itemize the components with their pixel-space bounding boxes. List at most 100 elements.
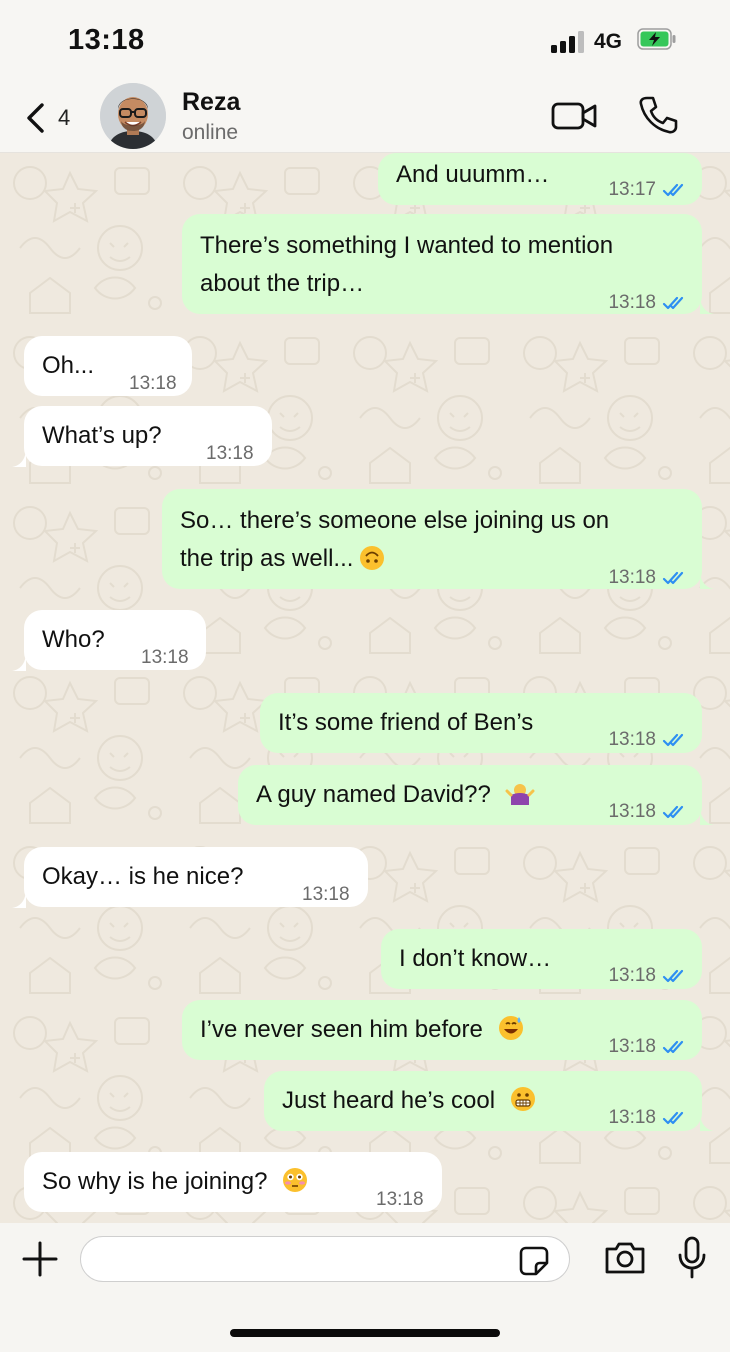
video-call-button[interactable] (551, 98, 599, 134)
message-meta: 13:18 (608, 1028, 688, 1066)
message-meta: 13:18 (608, 284, 688, 322)
message-text: There’s something I wanted to mention ab… (200, 232, 614, 297)
double-check-icon (662, 571, 684, 585)
composer-bar (0, 1223, 730, 1352)
double-check-icon (662, 969, 684, 983)
status-bar: 13:18 4G (0, 0, 730, 80)
message-outgoing[interactable]: I don’t know… 13:18 (381, 929, 702, 989)
message-meta: 13:18 (302, 876, 350, 914)
message-time: 13:18 (302, 884, 350, 905)
status-time: 13:18 (68, 24, 145, 56)
message-meta: 13:18 (608, 793, 688, 831)
message-time: 13:18 (608, 965, 656, 986)
message-meta: 13:18 (608, 957, 688, 995)
double-check-icon (662, 1111, 684, 1125)
microphone-icon (678, 1236, 706, 1279)
sticker-button[interactable] (518, 1245, 550, 1277)
phone-icon (639, 96, 678, 134)
message-time: 13:18 (376, 1189, 424, 1210)
message-incoming[interactable]: So why is he joining? 13:18 (24, 1152, 442, 1212)
message-text: What’s up? (42, 422, 162, 449)
message-list[interactable]: And uuumm… 13:17 There’s something I wan… (0, 153, 730, 1223)
message-meta: 13:18 (608, 1099, 688, 1137)
message-time: 13:18 (608, 292, 656, 313)
message-incoming[interactable]: Oh... 13:18 (24, 336, 192, 396)
contact-name[interactable]: Reza (182, 88, 240, 117)
microphone-button[interactable] (676, 1235, 708, 1281)
unread-chats-count: 4 (58, 105, 71, 130)
chat-header: 4 Reza online (0, 80, 730, 153)
home-indicator[interactable] (230, 1329, 500, 1337)
battery-charging-icon (637, 28, 676, 50)
message-meta: 13:18 (376, 1181, 424, 1219)
message-time: 13:18 (608, 729, 656, 750)
message-time: 13:18 (141, 647, 189, 668)
upside-down-face-emoji-icon (360, 546, 385, 570)
flushed-emoji-icon (283, 1168, 308, 1192)
message-meta: 13:18 (608, 721, 688, 759)
message-time: 13:18 (608, 1107, 656, 1128)
message-incoming[interactable]: Who? 13:18 (24, 610, 206, 670)
video-camera-icon (551, 102, 597, 130)
message-time: 13:18 (608, 1036, 656, 1057)
chevron-left-icon (27, 103, 44, 133)
message-time: 13:18 (206, 443, 254, 464)
back-button[interactable]: 4 (24, 98, 94, 138)
message-text: Who? (42, 626, 105, 653)
message-meta: 13:18 (141, 639, 189, 677)
contact-avatar[interactable] (100, 83, 166, 149)
message-text: And uuumm… (396, 161, 550, 188)
message-text: Oh... (42, 352, 95, 379)
shrug-emoji-icon (505, 784, 535, 805)
camera-button[interactable] (603, 1240, 647, 1276)
message-text-content: So why is he joining? (42, 1168, 268, 1195)
message-text: Okay… is he nice? (42, 863, 244, 890)
message-text-content: A guy named David?? (256, 781, 491, 808)
message-meta: 13:18 (206, 435, 254, 473)
message-time: 13:18 (608, 567, 656, 588)
message-incoming[interactable]: Okay… is he nice? 13:18 (24, 847, 368, 907)
message-incoming[interactable]: What’s up? 13:18 (24, 406, 272, 466)
bubble-tail (700, 809, 714, 825)
message-outgoing[interactable]: There’s something I wanted to mention ab… (182, 214, 702, 314)
network-type: 4G (594, 30, 623, 53)
bubble-tail (700, 1115, 714, 1131)
message-outgoing[interactable]: And uuumm… 13:17 (378, 153, 702, 205)
sticker-icon (519, 1246, 549, 1276)
bubble-tail (700, 298, 714, 314)
contact-status: online (182, 121, 239, 144)
message-time: 13:18 (129, 373, 177, 394)
message-text: A guy named David?? (256, 776, 535, 814)
attach-button[interactable] (20, 1239, 60, 1279)
double-check-icon (662, 733, 684, 747)
message-time: 13:17 (608, 179, 656, 200)
message-outgoing[interactable]: So… there’s someone else joining us on t… (162, 489, 702, 589)
double-check-icon (662, 296, 684, 310)
double-check-icon (662, 1040, 684, 1054)
grimacing-emoji-icon (511, 1087, 536, 1111)
message-text-content: I’ve never seen him before (200, 1016, 483, 1043)
message-outgoing[interactable]: I’ve never seen him before 13:18 (182, 1000, 702, 1060)
message-text-content: So… there’s someone else joining us on t… (180, 507, 610, 572)
bubble-tail (12, 892, 26, 908)
message-meta: 13:17 (608, 171, 688, 209)
message-outgoing[interactable]: It’s some friend of Ben’s 13:18 (260, 693, 702, 753)
message-text: I don’t know… (399, 945, 552, 972)
message-meta: 13:18 (129, 365, 177, 403)
message-text: I’ve never seen him before (200, 1011, 525, 1049)
grinning-sweat-emoji-icon (498, 1016, 523, 1040)
cellular-signal-icon (551, 31, 587, 53)
message-input[interactable] (80, 1236, 570, 1282)
message-outgoing[interactable]: Just heard he’s cool 13:18 (264, 1071, 702, 1131)
bubble-tail (12, 655, 26, 671)
message-text: It’s some friend of Ben’s (278, 709, 534, 736)
message-outgoing[interactable]: A guy named David?? 13:18 (238, 765, 702, 825)
message-text: So why is he joining? (42, 1163, 309, 1201)
double-check-icon (662, 805, 684, 819)
message-text-content: Just heard he’s cool (282, 1087, 496, 1114)
double-check-icon (662, 183, 684, 197)
bubble-tail (12, 451, 26, 467)
plus-icon (22, 1241, 58, 1277)
voice-call-button[interactable] (638, 95, 678, 135)
message-text: Just heard he’s cool (282, 1082, 537, 1120)
